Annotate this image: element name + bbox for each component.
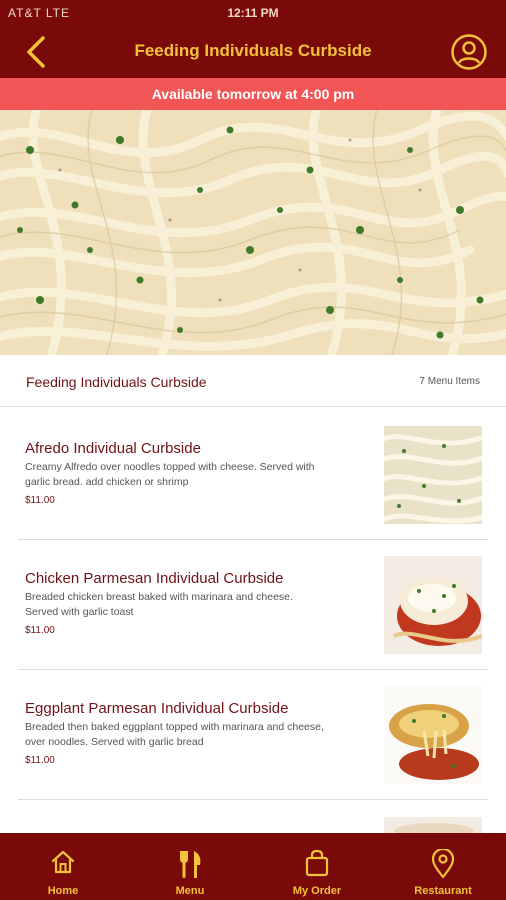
menu-item-count: 7 Menu Items [419, 376, 480, 387]
status-bar: AT&T LTE 12:11 PM [0, 0, 506, 26]
item-price: $11.00 [25, 495, 55, 506]
user-circle-icon [451, 34, 487, 70]
app-header: Feeding Individuals Curbside [0, 26, 506, 78]
alfredo-pasta-image [384, 426, 482, 524]
menu-item-thumbnail-partial [384, 817, 482, 833]
menu-item-chicken-parmesan[interactable]: Chicken Parmesan Individual Curbside Bre… [18, 540, 488, 670]
eggplant-parmesan-image [384, 686, 482, 784]
fork-knife-icon [180, 851, 201, 878]
item-name: Afredo Individual Curbside [25, 440, 201, 457]
bottom-tab-bar: Home Menu My Order Restaurant [0, 833, 506, 900]
tab-my-order-label: My Order [292, 885, 342, 897]
tab-home-label: Home [47, 885, 79, 897]
tab-menu-label: Menu [175, 885, 205, 897]
item-price: $11.00 [25, 625, 55, 636]
item-price: $11.00 [25, 755, 55, 766]
section-header: Feeding Individuals Curbside 7 Menu Item… [0, 355, 506, 407]
item-description: Creamy Alfredo over noodles topped with … [25, 461, 315, 488]
map-pin-icon [431, 849, 455, 879]
home-icon [51, 850, 75, 874]
menu-list: Afredo Individual Curbside Creamy Alfred… [0, 408, 506, 833]
tab-menu[interactable]: Menu [127, 833, 253, 900]
menu-item-alfredo[interactable]: Afredo Individual Curbside Creamy Alfred… [18, 410, 488, 540]
section-title: Feeding Individuals Curbside [26, 374, 207, 390]
item-name: Eggplant Parmesan Individual Curbside [25, 700, 289, 717]
availability-banner: Available tomorrow at 4:00 pm [0, 78, 506, 110]
item-description: Breaded chicken breast baked with marina… [25, 591, 293, 618]
item-description: Breaded then baked eggplant topped with … [25, 721, 324, 748]
tab-my-order[interactable]: My Order [254, 833, 380, 900]
back-button[interactable] [16, 32, 56, 72]
item-name: Chicken Parmesan Individual Curbside [25, 570, 284, 587]
tab-home[interactable]: Home [0, 833, 126, 900]
tab-restaurant[interactable]: Restaurant [380, 833, 506, 900]
hero-image [0, 110, 506, 355]
menu-item-eggplant-parmesan[interactable]: Eggplant Parmesan Individual Curbside Br… [18, 670, 488, 800]
chevron-left-icon [27, 36, 45, 68]
profile-button[interactable] [448, 31, 490, 73]
tab-restaurant-label: Restaurant [414, 885, 472, 897]
clock: 12:11 PM [227, 6, 279, 20]
chicken-parmesan-image [384, 556, 482, 654]
page-title: Feeding Individuals Curbside [134, 41, 372, 60]
shopping-bag-icon [305, 849, 329, 877]
